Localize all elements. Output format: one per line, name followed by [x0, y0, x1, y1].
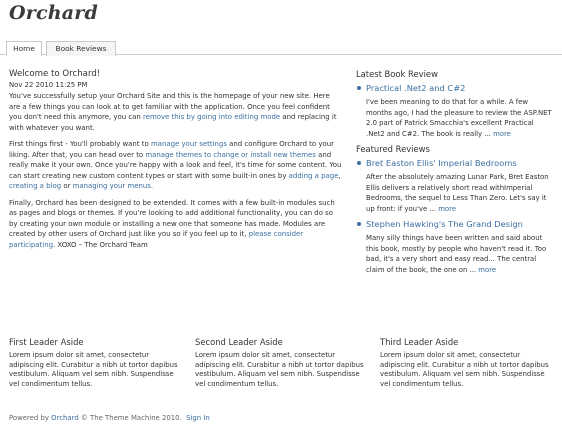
review-title-link[interactable]: Bret Easton Ellis' Imperial Bedrooms — [366, 157, 554, 169]
aside-text: Lorem ipsum dolor sit amet, consectetur … — [195, 351, 364, 388]
footer-text: Powered by — [9, 414, 52, 422]
remove-editing-link[interactable]: remove this by going into editing mode — [143, 113, 280, 121]
more-link[interactable]: more — [438, 205, 456, 213]
main-navigation: Home Book Reviews — [0, 41, 562, 56]
third-leader-aside: Third Leader Aside Lorem ipsum dolor sit… — [380, 336, 552, 389]
excerpt-text: I've been meaning to do that for a while… — [366, 98, 552, 138]
aside-heading: Third Leader Aside — [380, 337, 459, 347]
welcome-paragraph: You've successfully setup your Orchard S… — [9, 91, 343, 133]
para-text: . XOXO – The Orchard Team — [53, 240, 148, 249]
footer-text: © The Theme Machine 2010. — [78, 414, 187, 422]
bullet-icon — [357, 86, 361, 90]
latest-review-item: Practical .Net2 and C#2 I've been meanin… — [356, 82, 554, 139]
main-content: Welcome to Orchard! Nov 22 2010 11:25 PM… — [9, 68, 343, 256]
manage-settings-link[interactable]: manage your settings — [151, 140, 227, 148]
sidebar: Latest Book Review Practical .Net2 and C… — [356, 68, 554, 279]
featured-review-item: Stephen Hawking's The Grand Design Many … — [356, 218, 554, 275]
para-text: or — [61, 182, 73, 190]
orchard-link[interactable]: Orchard — [51, 414, 79, 422]
add-page-link[interactable]: adding a page — [289, 172, 339, 180]
aside-heading: Second Leader Aside — [195, 337, 283, 347]
excerpt-text: Many silly things have been written and … — [366, 234, 547, 274]
para-text: , — [338, 171, 341, 180]
review-title-link[interactable]: Practical .Net2 and C#2 — [366, 82, 554, 94]
manage-themes-link[interactable]: manage themes to change or install new t… — [145, 151, 316, 159]
create-blog-link[interactable]: creating a blog — [9, 182, 61, 190]
review-excerpt: Many silly things have been written and … — [366, 233, 554, 275]
para-text: First things first - You'll probably wan… — [9, 140, 151, 148]
more-link[interactable]: more — [493, 130, 511, 138]
more-link[interactable]: more — [478, 266, 496, 274]
featured-reviews-heading: Featured Reviews — [356, 144, 430, 154]
bullet-icon — [357, 161, 361, 165]
manage-menus-link[interactable]: managing your menus. — [73, 182, 153, 190]
nav-tab-home[interactable]: Home — [6, 41, 42, 56]
featured-review-item: Bret Easton Ellis' Imperial Bedrooms Aft… — [356, 157, 554, 214]
nav-tab-book-reviews[interactable]: Book Reviews — [46, 41, 116, 56]
latest-review-heading: Latest Book Review — [356, 69, 438, 79]
site-logo-title[interactable]: Orchard — [9, 1, 98, 25]
extend-paragraph: Finally, Orchard has been designed to be… — [9, 198, 343, 251]
sign-in-link[interactable]: Sign In — [186, 414, 210, 422]
aside-text: Lorem ipsum dolor sit amet, consectetur … — [9, 351, 178, 388]
page-title: Welcome to Orchard! — [9, 69, 101, 79]
aside-text: Lorem ipsum dolor sit amet, consectetur … — [380, 351, 549, 388]
footer: Powered by Orchard © The Theme Machine 2… — [9, 413, 210, 423]
first-leader-aside: First Leader Aside Lorem ipsum dolor sit… — [9, 336, 181, 389]
review-excerpt: I've been meaning to do that for a while… — [366, 97, 554, 139]
second-leader-aside: Second Leader Aside Lorem ipsum dolor si… — [195, 336, 367, 389]
post-date: Nov 22 2010 11:25 PM — [9, 81, 88, 89]
excerpt-text: After the absolutely amazing Lunar Park,… — [366, 173, 549, 213]
review-excerpt: After the absolutely amazing Lunar Park,… — [366, 172, 554, 214]
getting-started-paragraph: First things first - You'll probably wan… — [9, 139, 343, 192]
bullet-icon — [357, 222, 361, 226]
aside-heading: First Leader Aside — [9, 337, 84, 347]
review-title-link[interactable]: Stephen Hawking's The Grand Design — [366, 218, 554, 230]
